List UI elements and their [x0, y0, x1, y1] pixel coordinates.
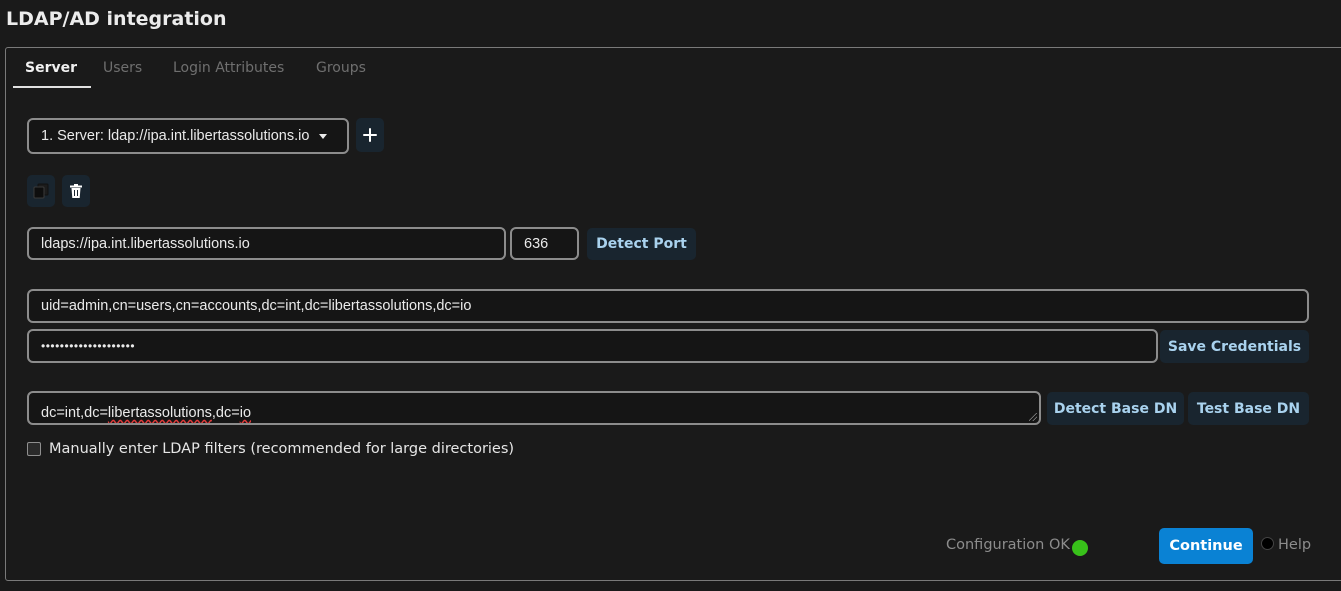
plus-icon — [363, 128, 377, 142]
server-select-value: 1. Server: ldap://ipa.int.libertassoluti… — [41, 128, 310, 144]
copy-icon — [33, 183, 49, 199]
bind-dn-input[interactable]: uid=admin,cn=users,cn=accounts,dc=int,dc… — [27, 289, 1309, 323]
help-icon[interactable] — [1261, 537, 1274, 550]
resize-handle-icon[interactable] — [1029, 413, 1037, 421]
copy-configuration-button[interactable] — [27, 175, 55, 207]
help-link[interactable]: Help — [1278, 537, 1311, 553]
bind-dn-value: uid=admin,cn=users,cn=accounts,dc=int,dc… — [41, 298, 472, 314]
password-input[interactable]: •••••••••••••••••••• — [27, 329, 1158, 363]
active-tab-indicator — [13, 86, 91, 88]
continue-button[interactable]: Continue — [1159, 528, 1253, 564]
delete-configuration-button[interactable] — [62, 175, 90, 207]
detect-port-button[interactable]: Detect Port — [587, 228, 696, 260]
manual-filters-label[interactable]: Manually enter LDAP filters (recommended… — [49, 441, 514, 457]
ldap-config-panel: Server Users Login Attributes Groups 1. … — [5, 47, 1341, 581]
base-dn-value: dc=int,dc=libertassolutions,dc=io — [41, 405, 252, 421]
detect-base-dn-button[interactable]: Detect Base DN — [1047, 392, 1184, 425]
password-value: •••••••••••••••••••• — [41, 339, 136, 353]
trash-icon — [70, 184, 82, 198]
save-credentials-button[interactable]: Save Credentials — [1160, 330, 1309, 363]
manual-filters-checkbox[interactable] — [27, 442, 41, 456]
add-server-button[interactable] — [356, 118, 384, 152]
page-title: LDAP/AD integration — [6, 8, 227, 30]
tab-server[interactable]: Server — [25, 60, 77, 76]
port-input-value: 636 — [524, 235, 549, 252]
server-select[interactable]: 1. Server: ldap://ipa.int.libertassoluti… — [27, 118, 349, 154]
test-base-dn-button[interactable]: Test Base DN — [1188, 392, 1309, 425]
base-dn-textarea[interactable]: dc=int,dc=libertassolutions,dc=io — [27, 391, 1041, 425]
host-input-value: ldaps://ipa.int.libertassolutions.io — [41, 235, 250, 252]
configuration-status-text: Configuration OK — [946, 537, 1070, 553]
host-input[interactable]: ldaps://ipa.int.libertassolutions.io — [27, 227, 506, 260]
status-indicator-icon — [1072, 540, 1088, 556]
tab-groups[interactable]: Groups — [316, 60, 366, 76]
tab-login-attributes[interactable]: Login Attributes — [173, 60, 284, 76]
tab-users[interactable]: Users — [103, 60, 142, 76]
chevron-down-icon — [319, 133, 328, 139]
port-input[interactable]: 636 — [510, 227, 579, 260]
